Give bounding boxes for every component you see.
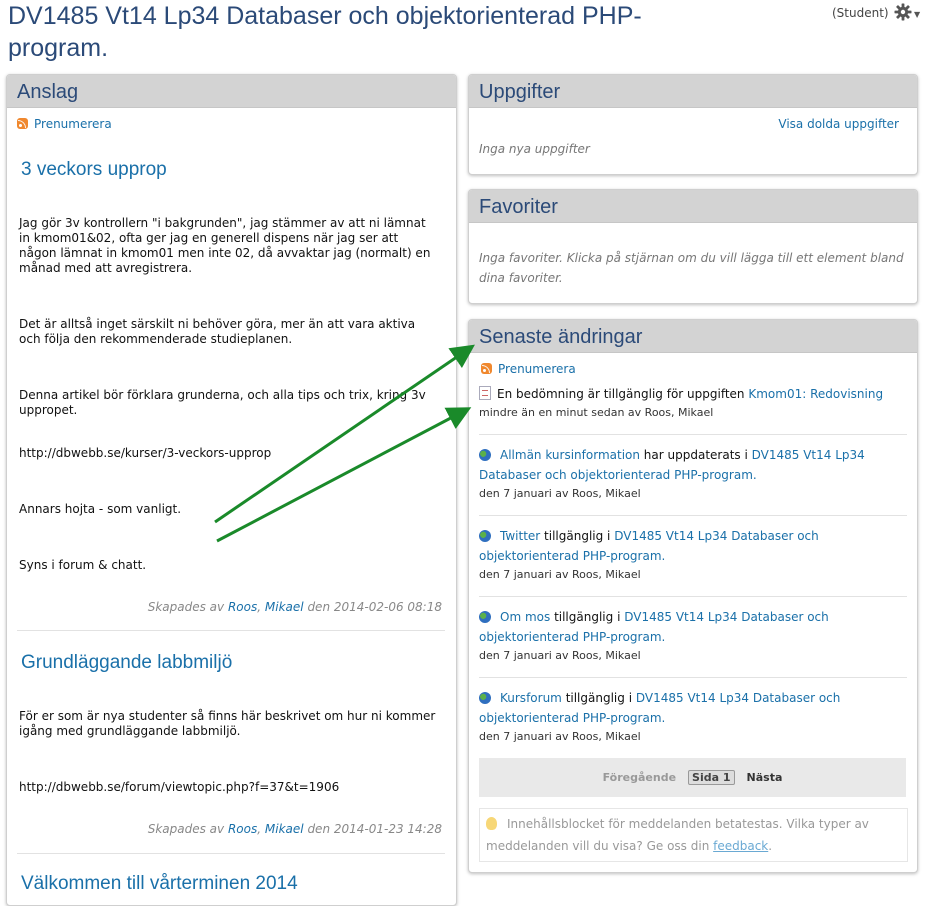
post-link[interactable]: http://dbwebb.se/forum/viewtopic.php?f=3… — [19, 780, 439, 795]
divider — [17, 630, 445, 631]
globe-icon — [479, 692, 491, 704]
favorites-block: Favoriter Inga favoriter. Klicka på stjä… — [468, 189, 918, 304]
show-hidden-assignments-link[interactable]: Visa dolda uppgifter — [778, 117, 899, 131]
feedback-link[interactable]: feedback — [713, 839, 768, 853]
recent-changes-header: Senaste ändringar — [469, 320, 917, 353]
user-role: (Student) — [832, 6, 889, 20]
post-title[interactable]: 3 veckors upprop — [21, 159, 167, 181]
post-paragraph: Jag gör 3v kontrollern "i bakgrunden", j… — [19, 216, 431, 275]
beta-notice: Innehållsblocket för meddelanden betates… — [479, 808, 908, 862]
chevron-down-icon: ▼ — [914, 9, 921, 19]
divider — [479, 596, 907, 597]
document-icon — [479, 386, 491, 400]
announcements-block: Anslag Prenumerera 3 veckors upprop Jag … — [6, 74, 457, 906]
recent-changes-block: Senaste ändringar Prenumerera En bedömni… — [468, 319, 918, 873]
subscribe-link[interactable]: Prenumerera — [17, 117, 112, 131]
rss-icon — [481, 363, 492, 374]
next-page-button[interactable]: Nästa — [747, 771, 783, 784]
settings-menu[interactable]: ▼ — [894, 3, 924, 25]
divider — [479, 677, 907, 678]
divider — [17, 853, 445, 854]
current-page: Sida 1 — [688, 770, 735, 785]
author-link[interactable]: Mikael — [265, 822, 304, 836]
change-time: den 7 januari av Roos, Mikael — [479, 649, 641, 662]
post-paragraph: Denna artikel bör förklara grunderna, oc… — [19, 388, 426, 417]
resource-link[interactable]: Twitter — [500, 529, 540, 543]
post-title[interactable]: Grundläggande labbmiljö — [21, 652, 232, 674]
favorites-header: Favoriter — [469, 190, 917, 223]
resource-link[interactable]: Kursforum — [500, 691, 562, 705]
assignments-header: Uppgifter — [469, 75, 917, 108]
assignments-block: Uppgifter Visa dolda uppgifter Inga nya … — [468, 74, 918, 175]
post-paragraph: Annars hojta - som vanligt. — [19, 502, 182, 516]
globe-icon — [479, 449, 491, 461]
announcements-header: Anslag — [7, 75, 456, 108]
assignment-link[interactable]: Kmom01: Redovisning — [748, 387, 883, 401]
change-time: mindre än en minut sedan av Roos, Mikael — [479, 406, 714, 419]
divider — [479, 515, 907, 516]
change-item: Kursforum tillgänglig i DV1485 Vt14 Lp34… — [479, 688, 907, 744]
page-title: DV1485 Vt14 Lp34 Databaser och objektori… — [8, 2, 642, 62]
favorites-empty: Inga favoriter. Klicka på stjärnan om du… — [479, 251, 904, 285]
post-meta: Skapades av Roos, Mikael den 2014-02-06 … — [147, 600, 442, 614]
author-link[interactable]: Roos — [228, 600, 257, 614]
change-item: Twitter tillgänglig i DV1485 Vt14 Lp34 D… — [479, 526, 907, 582]
globe-icon — [479, 611, 491, 623]
post-title[interactable]: Välkommen till vårterminen 2014 — [21, 873, 298, 895]
change-time: den 7 januari av Roos, Mikael — [479, 487, 641, 500]
assignments-empty: Inga nya uppgifter — [479, 142, 590, 156]
subscribe-link[interactable]: Prenumerera — [481, 362, 576, 376]
pagination: Föregående Sida 1 Nästa — [479, 758, 906, 797]
author-link[interactable]: Roos — [228, 822, 257, 836]
change-time: den 7 januari av Roos, Mikael — [479, 568, 641, 581]
resource-link[interactable]: Allmän kursinformation — [500, 448, 640, 462]
author-link[interactable]: Mikael — [265, 600, 304, 614]
previous-page-button: Föregående — [602, 771, 677, 784]
globe-icon — [479, 530, 491, 542]
change-time: den 7 januari av Roos, Mikael — [479, 730, 641, 743]
divider — [479, 434, 907, 435]
resource-link[interactable]: Om mos — [500, 610, 550, 624]
post-paragraph: För er som är nya studenter så finns här… — [19, 709, 436, 738]
post-meta: Skapades av Roos, Mikael den 2014-01-23 … — [147, 822, 442, 836]
post-paragraph: Det är alltså inget särskilt ni behöver … — [19, 317, 416, 346]
post-paragraph: http://dbwebb.se/kurser/3-veckors-upprop — [19, 446, 272, 460]
lightbulb-icon — [486, 817, 497, 830]
gear-icon — [894, 3, 912, 25]
change-item: Allmän kursinformation har uppdaterats i… — [479, 445, 907, 501]
rss-icon — [17, 118, 28, 129]
change-item: En bedömning är tillgänglig för uppgifte… — [479, 384, 907, 420]
post-paragraph: Syns i forum & chatt. — [19, 558, 147, 572]
change-item: Om mos tillgänglig i DV1485 Vt14 Lp34 Da… — [479, 607, 907, 663]
